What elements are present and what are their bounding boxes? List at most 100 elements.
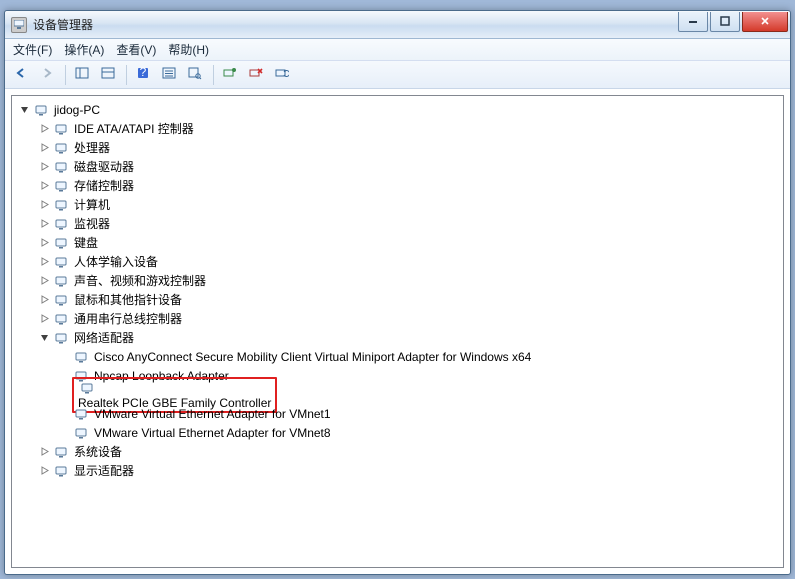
tree-item[interactable]: 存储控制器 bbox=[14, 176, 781, 195]
window-controls bbox=[678, 12, 790, 32]
no-expander bbox=[58, 351, 70, 363]
expand-icon[interactable] bbox=[38, 180, 50, 192]
window-title: 设备管理器 bbox=[33, 16, 678, 33]
svg-text:?: ? bbox=[140, 66, 147, 79]
expand-icon[interactable] bbox=[38, 218, 50, 230]
toolbar: ? bbox=[5, 61, 790, 89]
disk-drive-icon bbox=[54, 159, 70, 175]
forward-button[interactable] bbox=[35, 64, 59, 86]
tree-item[interactable]: Cisco AnyConnect Secure Mobility Client … bbox=[14, 347, 781, 366]
toolbar-separator bbox=[65, 65, 66, 85]
expand-icon[interactable] bbox=[38, 313, 50, 325]
scan-hardware-button[interactable] bbox=[218, 64, 242, 86]
expand-icon[interactable] bbox=[38, 123, 50, 135]
tree-item-label: IDE ATA/ATAPI 控制器 bbox=[74, 120, 194, 137]
tree-item-label: 显示适配器 bbox=[74, 462, 134, 479]
tree-item[interactable]: 监视器 bbox=[14, 214, 781, 233]
tree-item[interactable]: VMware Virtual Ethernet Adapter for VMne… bbox=[14, 423, 781, 442]
tree-item-label: 处理器 bbox=[74, 139, 110, 156]
tree-item[interactable]: 人体学输入设备 bbox=[14, 252, 781, 271]
uninstall-button[interactable] bbox=[244, 64, 268, 86]
tree-item[interactable]: 网络适配器 bbox=[14, 328, 781, 347]
tree-item[interactable]: 键盘 bbox=[14, 233, 781, 252]
close-button[interactable] bbox=[742, 12, 788, 32]
ide-controller-icon bbox=[54, 121, 70, 137]
device-tree: jidog-PC IDE ATA/ATAPI 控制器处理器磁盘驱动器存储控制器计算… bbox=[12, 96, 783, 484]
expand-icon[interactable] bbox=[38, 256, 50, 268]
tree-item[interactable]: 显示适配器 bbox=[14, 461, 781, 480]
menu-help[interactable]: 帮助(H) bbox=[168, 41, 209, 58]
expand-icon[interactable] bbox=[38, 465, 50, 477]
tree-item-label: VMware Virtual Ethernet Adapter for VMne… bbox=[94, 407, 331, 421]
expand-icon[interactable] bbox=[38, 142, 50, 154]
network-adapter-icon bbox=[80, 380, 96, 396]
tree-item[interactable]: 鼠标和其他指针设备 bbox=[14, 290, 781, 309]
network-adapters-icon bbox=[54, 330, 70, 346]
tree-item[interactable]: 声音、视频和游戏控制器 bbox=[14, 271, 781, 290]
menu-file[interactable]: 文件(F) bbox=[13, 41, 52, 58]
show-hide-tree-button[interactable] bbox=[70, 64, 94, 86]
no-expander bbox=[58, 370, 70, 382]
tree-item[interactable]: 处理器 bbox=[14, 138, 781, 157]
tree-item[interactable]: 磁盘驱动器 bbox=[14, 157, 781, 176]
uninstall-icon bbox=[249, 66, 263, 83]
app-icon bbox=[11, 17, 27, 33]
menu-action[interactable]: 操作(A) bbox=[64, 41, 104, 58]
tree-item[interactable]: 系统设备 bbox=[14, 442, 781, 461]
menu-view[interactable]: 查看(V) bbox=[116, 41, 156, 58]
toolbar-separator bbox=[213, 65, 214, 85]
network-adapter-icon bbox=[74, 349, 90, 365]
network-adapter-icon bbox=[74, 406, 90, 422]
back-button[interactable] bbox=[9, 64, 33, 86]
tree-item-label: 人体学输入设备 bbox=[74, 253, 158, 270]
expand-icon[interactable] bbox=[38, 446, 50, 458]
tree-item-label: 通用串行总线控制器 bbox=[74, 310, 182, 327]
search-button[interactable] bbox=[183, 64, 207, 86]
tree-item-label: 网络适配器 bbox=[74, 329, 134, 346]
computer-root-icon bbox=[34, 102, 50, 118]
mouse-icon bbox=[54, 292, 70, 308]
processor-icon bbox=[54, 140, 70, 156]
keyboard-icon bbox=[54, 235, 70, 251]
show-hide-tree-icon bbox=[75, 66, 89, 83]
expand-icon[interactable] bbox=[38, 199, 50, 211]
tree-item[interactable]: VMware Virtual Ethernet Adapter for VMne… bbox=[14, 404, 781, 423]
tree-item[interactable]: Realtek PCIe GBE Family Controller bbox=[14, 385, 781, 404]
expand-icon[interactable] bbox=[38, 161, 50, 173]
maximize-button[interactable] bbox=[710, 12, 740, 32]
sound-icon bbox=[54, 273, 70, 289]
forward-icon bbox=[40, 66, 54, 83]
back-icon bbox=[14, 66, 28, 83]
device-tree-container[interactable]: jidog-PC IDE ATA/ATAPI 控制器处理器磁盘驱动器存储控制器计算… bbox=[11, 95, 784, 568]
help-icon: ? bbox=[136, 66, 150, 83]
tree-item[interactable]: 通用串行总线控制器 bbox=[14, 309, 781, 328]
tree-item-label: 鼠标和其他指针设备 bbox=[74, 291, 182, 308]
search-icon bbox=[188, 66, 202, 83]
tree-item-label: VMware Virtual Ethernet Adapter for VMne… bbox=[94, 426, 331, 440]
scan-hardware-icon bbox=[223, 66, 237, 83]
usb-icon bbox=[54, 311, 70, 327]
tree-item-label: 磁盘驱动器 bbox=[74, 158, 134, 175]
tree-item[interactable]: jidog-PC bbox=[14, 100, 781, 119]
expand-icon[interactable] bbox=[38, 275, 50, 287]
menubar: 文件(F) 操作(A) 查看(V) 帮助(H) bbox=[5, 39, 790, 61]
no-expander bbox=[58, 389, 70, 401]
collapse-icon[interactable] bbox=[38, 332, 50, 344]
help-button[interactable]: ? bbox=[131, 64, 155, 86]
tree-item[interactable]: 计算机 bbox=[14, 195, 781, 214]
expand-icon[interactable] bbox=[38, 294, 50, 306]
titlebar[interactable]: 设备管理器 bbox=[5, 11, 790, 39]
tree-item-label: 监视器 bbox=[74, 215, 110, 232]
details-button[interactable] bbox=[157, 64, 181, 86]
properties-pane-button[interactable] bbox=[96, 64, 120, 86]
no-expander bbox=[58, 427, 70, 439]
expand-icon[interactable] bbox=[38, 237, 50, 249]
collapse-icon[interactable] bbox=[18, 104, 30, 116]
tree-item-label: 声音、视频和游戏控制器 bbox=[74, 272, 206, 289]
toolbar-separator bbox=[126, 65, 127, 85]
minimize-button[interactable] bbox=[678, 12, 708, 32]
refresh-button[interactable] bbox=[270, 64, 294, 86]
refresh-icon bbox=[275, 66, 289, 83]
tree-item[interactable]: IDE ATA/ATAPI 控制器 bbox=[14, 119, 781, 138]
tree-item-label: jidog-PC bbox=[54, 103, 100, 117]
